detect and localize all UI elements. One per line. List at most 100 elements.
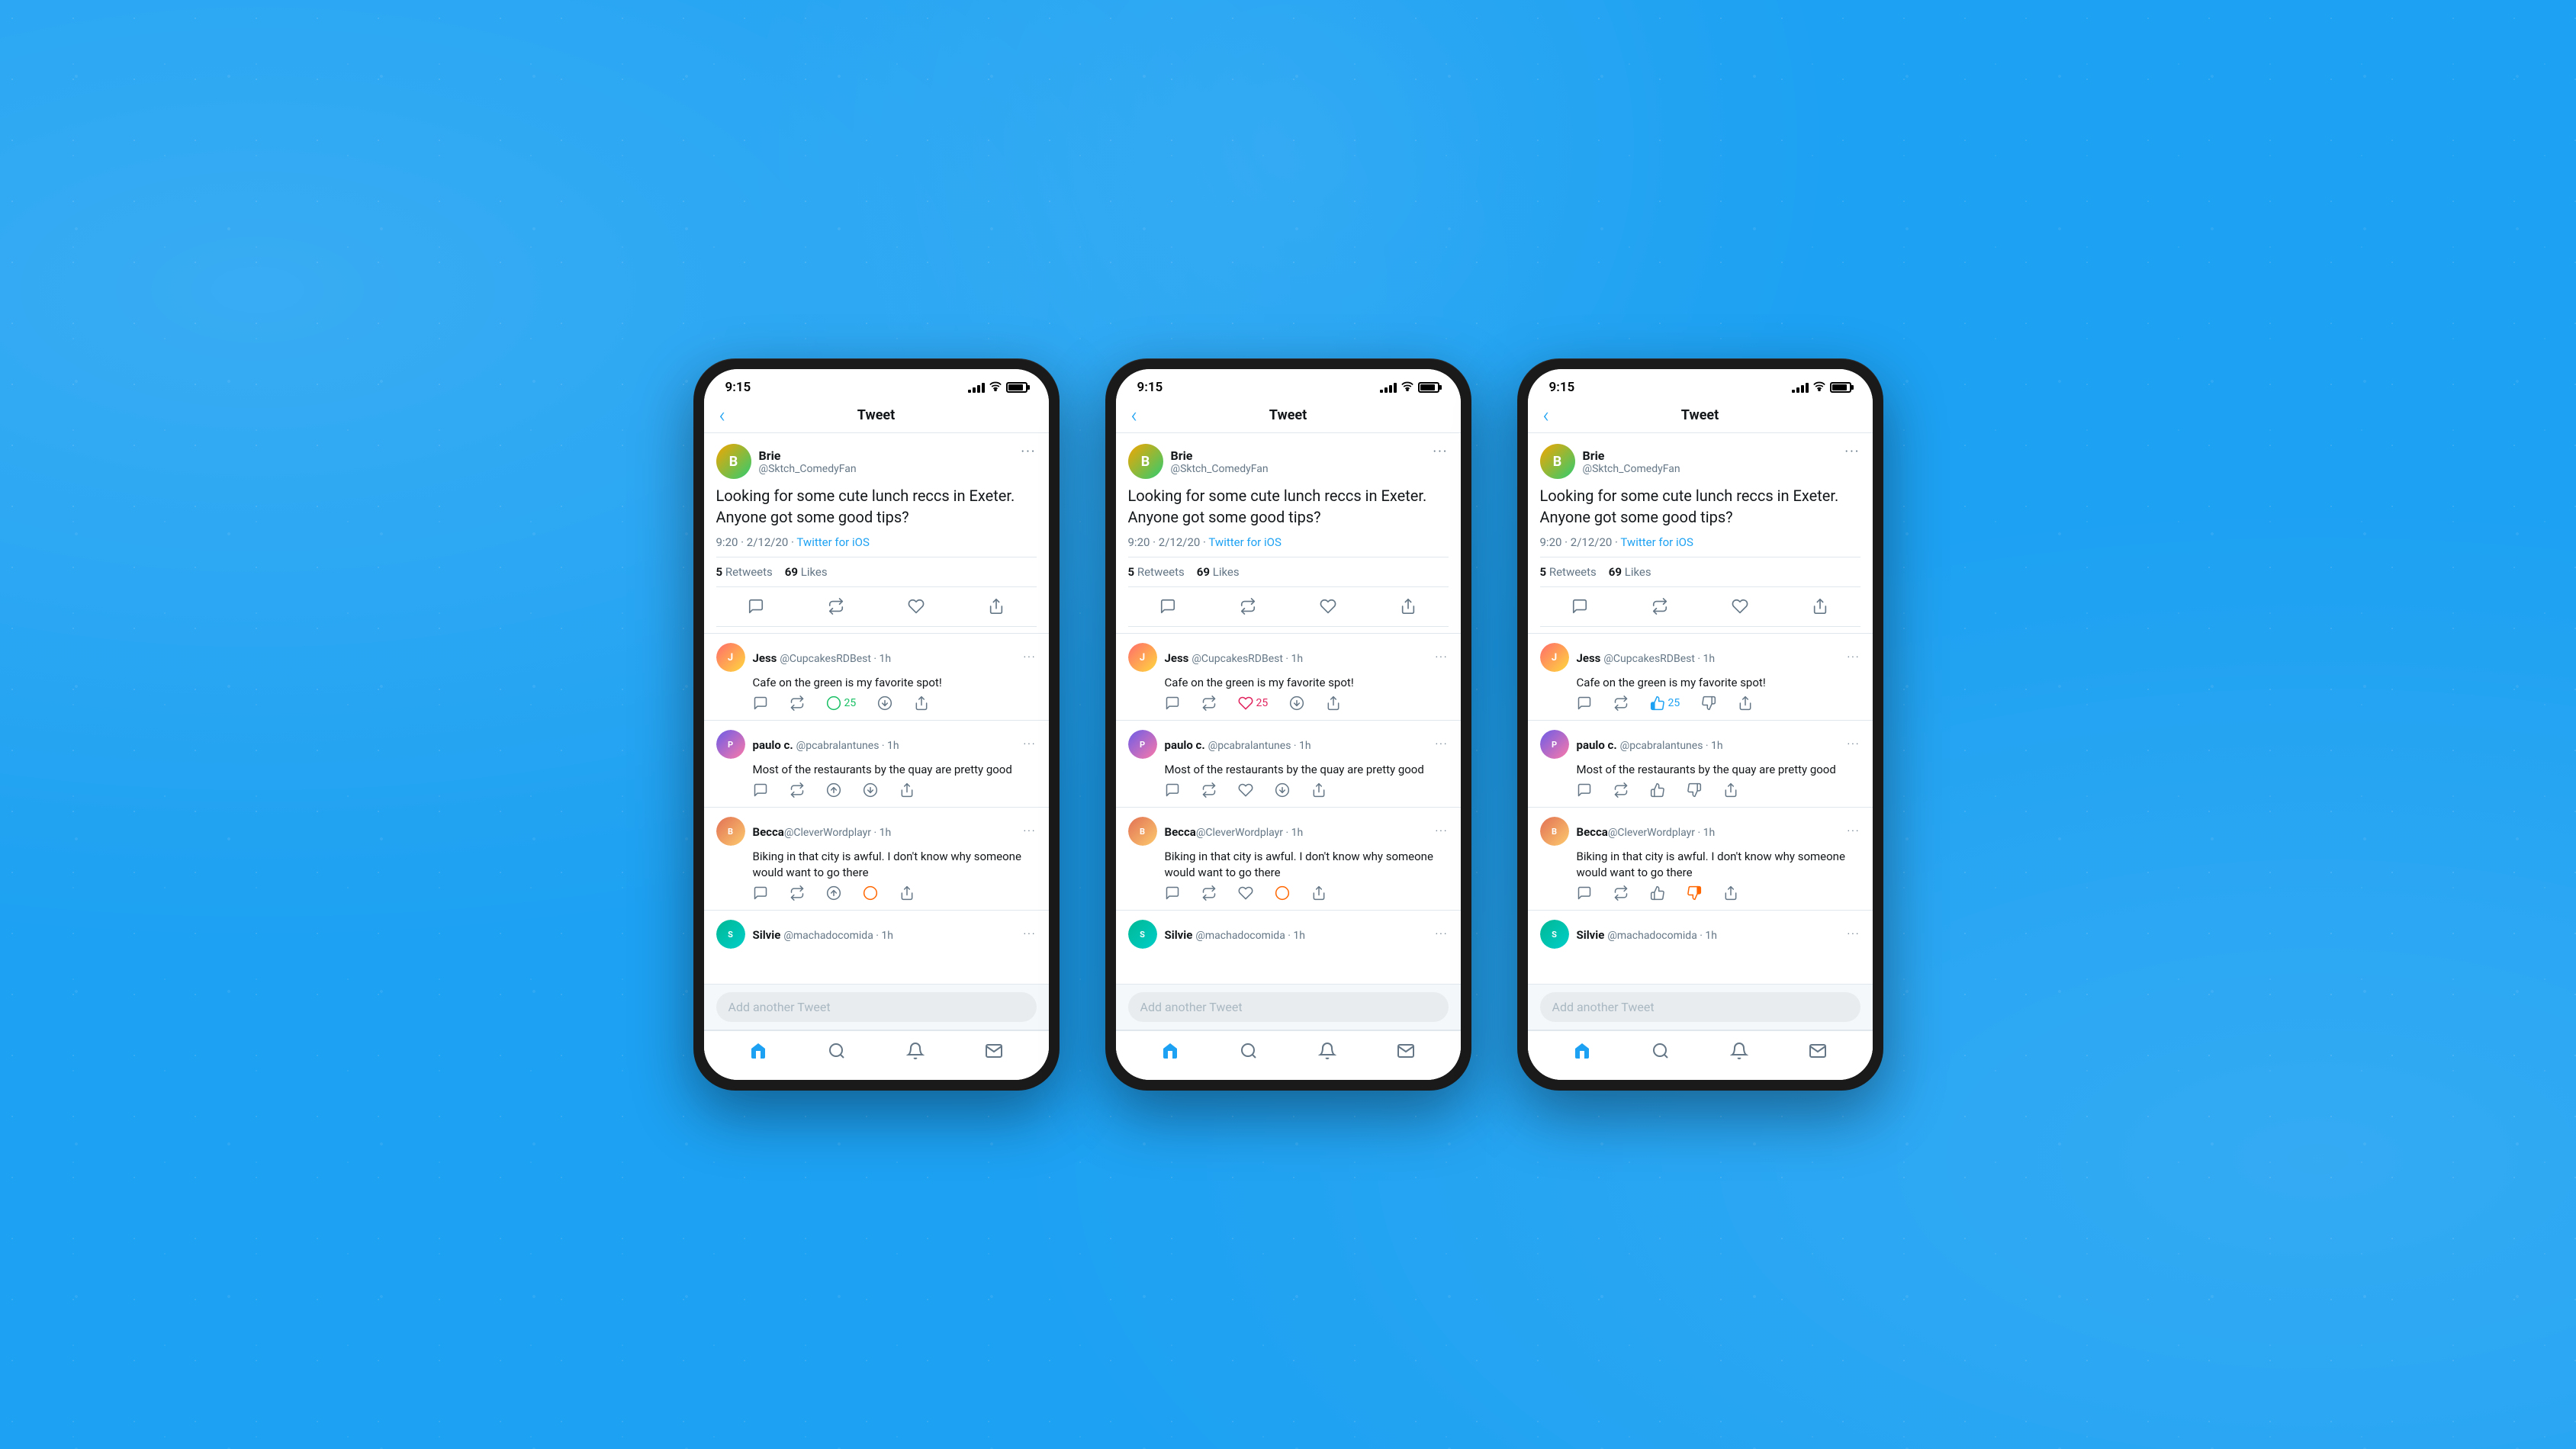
- reply-text-becca-1: Biking in that city is awful. I don't kn…: [753, 849, 1037, 881]
- like-action-2[interactable]: [1311, 593, 1346, 623]
- reply-comment-jess-1[interactable]: [753, 696, 768, 711]
- reply-share-paulo-3[interactable]: [1723, 782, 1738, 798]
- back-button-2[interactable]: ‹: [1131, 403, 1137, 428]
- reply-more-jess-1[interactable]: ···: [1024, 651, 1037, 663]
- nav-notifications-1[interactable]: [897, 1039, 934, 1068]
- nav-search-1[interactable]: [818, 1039, 855, 1068]
- nav-home-2[interactable]: [1152, 1039, 1188, 1068]
- nav-search-2[interactable]: [1230, 1039, 1267, 1068]
- retweet-action-3[interactable]: [1642, 593, 1677, 623]
- reply-downvote-paulo-1[interactable]: [863, 782, 878, 798]
- reply-comment-paulo-2[interactable]: [1165, 782, 1180, 798]
- add-tweet-input-3[interactable]: Add another Tweet: [1540, 992, 1860, 1022]
- tweet-user-details-3: Brie @Sktch_ComedyFan: [1583, 448, 1680, 475]
- nav-bar-1: ‹ Tweet: [704, 401, 1049, 433]
- reply-downvote-becca-2[interactable]: [1275, 885, 1290, 901]
- reply-more-silvie-3[interactable]: ···: [1848, 928, 1860, 940]
- reply-retweet-jess-2[interactable]: [1201, 696, 1217, 711]
- tweet-more-1[interactable]: ···: [1021, 444, 1036, 460]
- back-button-1[interactable]: ‹: [719, 403, 725, 428]
- reply-thumbup-paulo-3[interactable]: [1650, 782, 1665, 798]
- tweet-source-3[interactable]: Twitter for iOS: [1620, 535, 1693, 549]
- reply-comment-becca-2[interactable]: [1165, 885, 1180, 901]
- reply-share-jess-1[interactable]: [914, 696, 929, 711]
- tweet-more-2[interactable]: ···: [1433, 444, 1448, 460]
- reply-action-2[interactable]: [1150, 593, 1185, 623]
- reply-heart-paulo-2[interactable]: [1238, 782, 1253, 798]
- reply-thumbup-becca-3[interactable]: [1650, 885, 1665, 901]
- reply-thumbdown-becca-3[interactable]: [1687, 885, 1702, 901]
- reply-comment-paulo-3[interactable]: [1577, 782, 1592, 798]
- reply-share-becca-1[interactable]: [899, 885, 915, 901]
- reply-action-1[interactable]: [738, 593, 773, 623]
- share-action-2[interactable]: [1391, 593, 1426, 623]
- like-action-1[interactable]: [899, 593, 934, 623]
- nav-home-1[interactable]: [740, 1039, 777, 1068]
- reply-upvote-becca-1[interactable]: [826, 885, 841, 901]
- reply-comment-becca-1[interactable]: [753, 885, 768, 901]
- reply-downvote-paulo-2[interactable]: [1275, 782, 1290, 798]
- reply-retweet-paulo-1[interactable]: [790, 782, 805, 798]
- reply-more-jess-2[interactable]: ···: [1436, 651, 1449, 663]
- reply-actions-paulo-2: [1165, 782, 1449, 798]
- reply-more-paulo-2[interactable]: ···: [1436, 738, 1449, 750]
- add-tweet-input-2[interactable]: Add another Tweet: [1128, 992, 1449, 1022]
- reply-retweet-becca-1[interactable]: [790, 885, 805, 901]
- retweet-action-2[interactable]: [1230, 593, 1265, 623]
- reply-more-jess-3[interactable]: ···: [1848, 651, 1860, 663]
- reply-thumbup-jess-3[interactable]: 25: [1650, 696, 1680, 711]
- nav-notifications-2[interactable]: [1309, 1039, 1346, 1068]
- reply-heart-jess-2[interactable]: 25: [1238, 696, 1269, 711]
- reply-retweet-jess-1[interactable]: [790, 696, 805, 711]
- reply-comment-paulo-1[interactable]: [753, 782, 768, 798]
- reply-downvote-jess-2[interactable]: [1289, 696, 1304, 711]
- reply-more-becca-3[interactable]: ···: [1848, 825, 1860, 837]
- reply-retweet-becca-2[interactable]: [1201, 885, 1217, 901]
- nav-messages-1[interactable]: [976, 1039, 1012, 1068]
- reply-share-jess-2[interactable]: [1326, 696, 1341, 711]
- nav-messages-3[interactable]: [1799, 1039, 1836, 1068]
- reply-share-becca-2[interactable]: [1311, 885, 1327, 901]
- reply-more-paulo-1[interactable]: ···: [1024, 738, 1037, 750]
- reply-more-silvie-1[interactable]: ···: [1024, 928, 1037, 940]
- reply-more-becca-2[interactable]: ···: [1436, 825, 1449, 837]
- share-action-1[interactable]: [979, 593, 1014, 623]
- reply-upvote-paulo-1[interactable]: [826, 782, 841, 798]
- reply-comment-becca-3[interactable]: [1577, 885, 1592, 901]
- reply-thumbdown-paulo-3[interactable]: [1687, 782, 1702, 798]
- add-tweet-input-1[interactable]: Add another Tweet: [716, 992, 1037, 1022]
- like-action-3[interactable]: [1722, 593, 1758, 623]
- reply-share-paulo-1[interactable]: [899, 782, 915, 798]
- reply-downvote-jess-1[interactable]: [877, 696, 892, 711]
- nav-home-3[interactable]: [1564, 1039, 1600, 1068]
- reply-more-paulo-3[interactable]: ···: [1848, 738, 1860, 750]
- reply-retweet-paulo-2[interactable]: [1201, 782, 1217, 798]
- reply-actions-paulo-1: [753, 782, 1037, 798]
- reply-upvote-jess-1[interactable]: 25: [826, 696, 857, 711]
- tweet-source-2[interactable]: Twitter for iOS: [1208, 535, 1281, 549]
- retweet-action-1[interactable]: [818, 593, 854, 623]
- reply-action-3[interactable]: [1562, 593, 1597, 623]
- reply-more-silvie-2[interactable]: ···: [1436, 928, 1449, 940]
- reply-retweet-paulo-3[interactable]: [1613, 782, 1629, 798]
- back-button-3[interactable]: ‹: [1543, 403, 1549, 428]
- share-action-3[interactable]: [1803, 593, 1838, 623]
- reply-downvote-becca-1[interactable]: [863, 885, 878, 901]
- reply-share-paulo-2[interactable]: [1311, 782, 1327, 798]
- tweet-source-1[interactable]: Twitter for iOS: [796, 535, 869, 549]
- reply-comment-jess-3[interactable]: [1577, 696, 1592, 711]
- reply-share-jess-3[interactable]: [1738, 696, 1753, 711]
- reply-more-becca-1[interactable]: ···: [1024, 825, 1037, 837]
- nav-notifications-3[interactable]: [1721, 1039, 1758, 1068]
- phone-frame-2: 9:15: [1105, 358, 1471, 1091]
- reply-heart-becca-2[interactable]: [1238, 885, 1253, 901]
- nav-search-3[interactable]: [1642, 1039, 1679, 1068]
- nav-messages-2[interactable]: [1388, 1039, 1424, 1068]
- reply-share-becca-3[interactable]: [1723, 885, 1738, 901]
- tweet-more-3[interactable]: ···: [1844, 444, 1860, 460]
- reply-comment-jess-2[interactable]: [1165, 696, 1180, 711]
- reply-thumbdown-jess-3[interactable]: [1701, 696, 1716, 711]
- signal-bar-2-1: [1380, 390, 1383, 393]
- reply-retweet-jess-3[interactable]: [1613, 696, 1629, 711]
- reply-retweet-becca-3[interactable]: [1613, 885, 1629, 901]
